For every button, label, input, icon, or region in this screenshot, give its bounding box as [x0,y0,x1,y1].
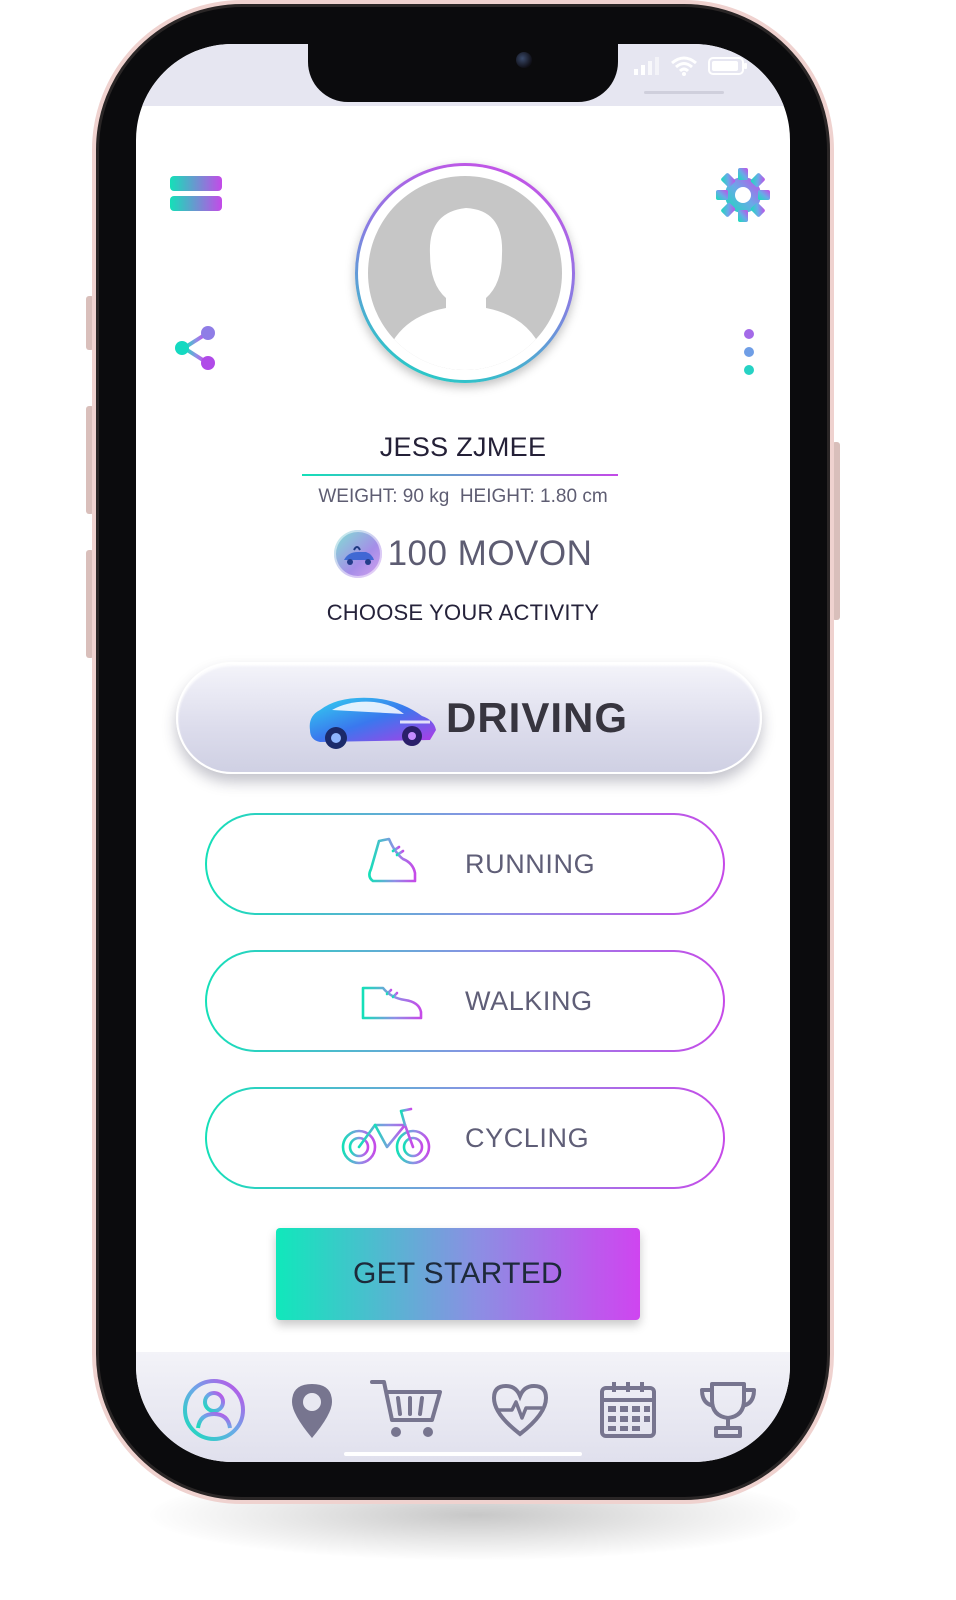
nav-heart-pulse-icon[interactable] [488,1378,552,1442]
nav-cart-icon[interactable] [370,1378,444,1442]
activity-running-label: RUNNING [465,849,596,879]
phone-screen: JESS ZJMEE WEIGHT: 90 kg HEIGHT: 1.80 cm… [136,44,790,1462]
activity-cycling-label: CYCLING [465,1123,590,1153]
home-indicator [344,1452,582,1456]
activity-driving-label: DRIVING [446,694,629,741]
front-camera [516,52,532,68]
movon-coin-icon [333,530,382,578]
activity-running-button[interactable]: RUNNING [205,813,725,915]
height-text: HEIGHT: 1.80 cm [459,486,608,507]
coin-amount: 100 MOVON [387,534,593,573]
walking-shoe-icon [361,986,423,1020]
activity-walking-button[interactable]: WALKING [205,950,725,1052]
user-name: JESS ZJMEE [379,432,547,462]
coin-balance: 100 MOVON [136,530,790,578]
activity-cycling-button[interactable]: CYCLING [205,1087,725,1189]
gear-icon[interactable] [714,166,772,224]
avatar[interactable] [355,163,575,383]
more-vertical-icon[interactable] [738,326,760,378]
person-silhouette-icon [382,208,548,370]
activity-prompt: CHOOSE YOUR ACTIVITY [326,600,600,625]
wifi-icon [671,56,697,76]
get-started-button[interactable]: GET STARTED [276,1228,640,1320]
avatar-placeholder [368,176,562,370]
bottom-nav [136,1352,790,1462]
running-shoe-icon [359,837,417,887]
share-icon[interactable] [172,324,220,372]
signal-icon [634,57,659,75]
user-stats: WEIGHT: 90 kg HEIGHT: 1.80 cm [136,486,790,508]
battery-icon [708,57,747,75]
car-icon [280,697,436,749]
nav-location-pin-icon[interactable] [280,1378,344,1442]
nav-calendar-icon[interactable] [596,1378,660,1442]
bicycle-icon [341,1107,431,1165]
nav-profile-icon[interactable] [182,1378,246,1442]
menu-icon[interactable] [170,174,224,214]
status-underline [644,91,724,94]
nav-trophy-icon[interactable] [696,1378,760,1442]
activity-driving-button[interactable]: DRIVING [176,662,762,774]
notch [308,44,618,102]
status-icons [634,56,748,76]
weight-text: WEIGHT: 90 kg [318,486,450,507]
name-divider [302,474,618,476]
activity-walking-label: WALKING [465,986,593,1016]
